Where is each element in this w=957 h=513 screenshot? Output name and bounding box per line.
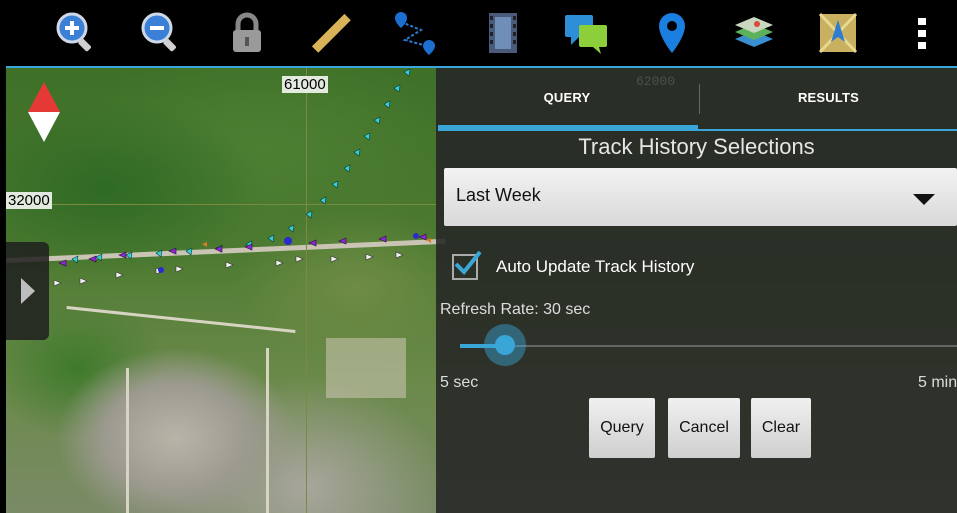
cancel-button[interactable]: Cancel — [668, 398, 740, 458]
zoom-out-icon[interactable] — [137, 10, 183, 56]
track-history-overlay — [53, 68, 431, 287]
chevron-right-icon — [20, 278, 35, 304]
query-button[interactable]: Query — [589, 398, 655, 458]
drawer-handle[interactable] — [6, 242, 49, 340]
map-pin-icon[interactable] — [649, 10, 695, 56]
clear-button[interactable]: Clear — [751, 398, 811, 458]
overflow-menu-icon[interactable] — [899, 10, 945, 56]
compass-icon[interactable] — [26, 82, 62, 142]
map-compass-icon[interactable] — [815, 10, 861, 56]
ruler-icon[interactable] — [308, 10, 354, 56]
zoom-in-icon[interactable] — [52, 10, 98, 56]
video-icon[interactable] — [480, 10, 526, 56]
panel-title: Track History Selections — [578, 134, 815, 159]
app-window: 61000 32000 62000 QUERY RESULTS Track Hi… — [6, 0, 957, 513]
auto-update-label: Auto Update Track History — [496, 257, 695, 276]
top-toolbar — [6, 0, 957, 68]
slider-min-label: 5 sec — [440, 374, 479, 391]
refresh-rate-label: Refresh Rate: 30 sec — [440, 301, 591, 318]
slider-thumb[interactable] — [484, 324, 526, 366]
tab-results[interactable]: RESULTS — [700, 68, 957, 126]
track-history-panel: 62000 QUERY RESULTS Track History Select… — [436, 68, 957, 513]
refresh-rate-slider[interactable] — [460, 345, 957, 347]
auto-update-checkbox[interactable] — [452, 250, 482, 280]
panel-tabs: QUERY RESULTS — [436, 68, 957, 132]
tabs-underline — [698, 129, 957, 131]
dropdown-selected-value: Last Week — [456, 185, 541, 205]
route-icon[interactable] — [391, 10, 437, 56]
slider-max-label: 5 min — [918, 374, 957, 391]
layers-icon[interactable] — [731, 10, 777, 56]
time-range-dropdown[interactable]: Last Week — [444, 168, 957, 226]
tab-query[interactable]: QUERY — [436, 68, 698, 126]
chat-icon[interactable] — [563, 10, 609, 56]
tab-active-indicator — [438, 125, 698, 131]
chevron-down-icon — [913, 194, 935, 205]
lock-icon[interactable] — [224, 10, 270, 56]
checkmark-icon — [454, 250, 482, 275]
